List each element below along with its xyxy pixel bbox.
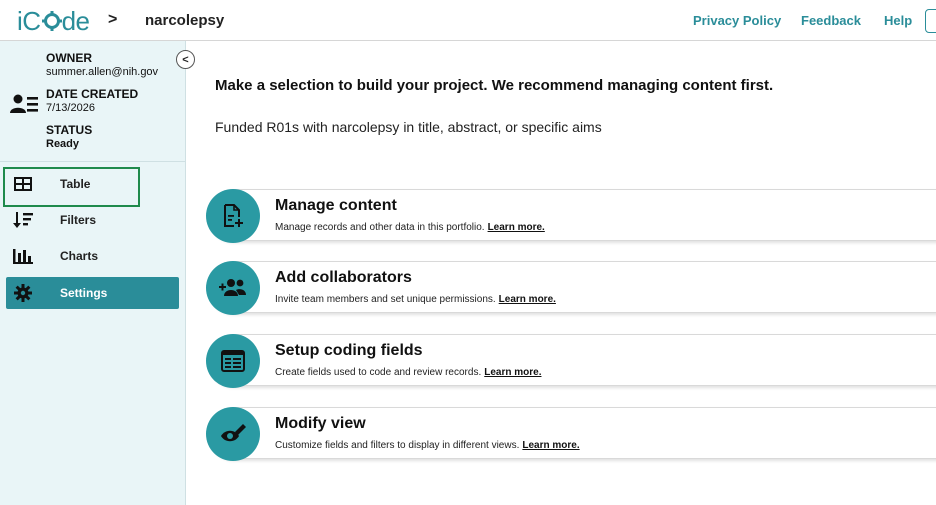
app-header: iC de > narcolepsy Privacy Policy Feedba… [0, 0, 936, 41]
logo-text-post: de [61, 5, 90, 36]
date-created-label: DATE CREATED [46, 87, 139, 101]
main-content: Make a selection to build your project. … [187, 41, 936, 505]
card-title: Manage content [275, 197, 397, 214]
card-description-text: Invite team members and set unique permi… [275, 294, 496, 305]
date-created-value: 7/13/2026 [46, 102, 95, 114]
coding-fields-icon [206, 334, 260, 388]
page-heading: Make a selection to build your project. … [215, 77, 774, 94]
sidebar-item-label: Charts [60, 249, 99, 263]
owner-label: OWNER [46, 51, 92, 65]
learn-more-link[interactable]: Learn more. [484, 367, 541, 378]
feedback-link[interactable]: Feedback [801, 13, 861, 28]
eye-edit-icon [206, 407, 260, 461]
card-title: Setup coding fields [275, 342, 423, 359]
sidebar-item-charts[interactable]: Charts [6, 240, 179, 272]
modify-view-card[interactable]: Modify view Customize fields and filters… [206, 407, 936, 461]
learn-more-link[interactable]: Learn more. [499, 294, 556, 305]
status-value: Ready [46, 138, 80, 150]
sidebar-item-table[interactable]: Table [6, 168, 179, 200]
chevron-left-icon: < [182, 53, 189, 66]
table-icon [12, 175, 34, 193]
logo-c-letter: C [22, 5, 41, 36]
card-description: Create fields used to code and review re… [275, 367, 541, 378]
logo-gear-icon [41, 11, 62, 31]
learn-more-link[interactable]: Learn more. [522, 440, 579, 451]
icode-logo[interactable]: iC de [17, 5, 90, 36]
card-title: Add collaborators [275, 269, 412, 286]
bar-chart-icon [12, 247, 34, 265]
project-description: Funded R01s with narcolepsy in title, ab… [215, 119, 602, 135]
card-description: Manage records and other data in this po… [275, 222, 545, 233]
gear-icon [12, 284, 34, 302]
breadcrumb-separator: > [108, 11, 118, 28]
add-people-icon [206, 261, 260, 315]
header-account-button[interactable] [925, 9, 936, 33]
privacy-policy-link[interactable]: Privacy Policy [693, 13, 781, 28]
sort-filter-icon [12, 211, 34, 229]
sidebar-item-label: Table [60, 177, 91, 191]
collapse-sidebar-button[interactable]: < [176, 50, 195, 69]
owner-value: summer.allen@nih.gov [46, 66, 159, 78]
card-description: Customize fields and filters to display … [275, 440, 580, 451]
help-link[interactable]: Help [884, 13, 912, 28]
user-details-icon [10, 94, 38, 113]
document-add-icon [206, 189, 260, 243]
card-description-text: Create fields used to code and review re… [275, 367, 482, 378]
add-collaborators-card[interactable]: Add collaborators Invite team members an… [206, 261, 936, 315]
learn-more-link[interactable]: Learn more. [488, 222, 545, 233]
sidebar-item-filters[interactable]: Filters [6, 204, 179, 236]
sidebar-item-settings[interactable]: Settings [6, 277, 179, 309]
project-title: narcolepsy [145, 12, 225, 29]
setup-coding-fields-card[interactable]: Setup coding fields Create fields used t… [206, 334, 936, 388]
card-description-text: Manage records and other data in this po… [275, 222, 485, 233]
manage-content-card[interactable]: Manage content Manage records and other … [206, 189, 936, 243]
sidebar-item-label: Settings [60, 286, 108, 300]
status-label: STATUS [46, 123, 93, 137]
sidebar-divider [0, 161, 186, 162]
card-title: Modify view [275, 415, 366, 432]
card-description-text: Customize fields and filters to display … [275, 440, 520, 451]
sidebar: < OWNER summer.allen@nih.gov DATE CREATE… [0, 41, 195, 505]
card-description: Invite team members and set unique permi… [275, 294, 556, 305]
sidebar-item-label: Filters [60, 213, 97, 227]
